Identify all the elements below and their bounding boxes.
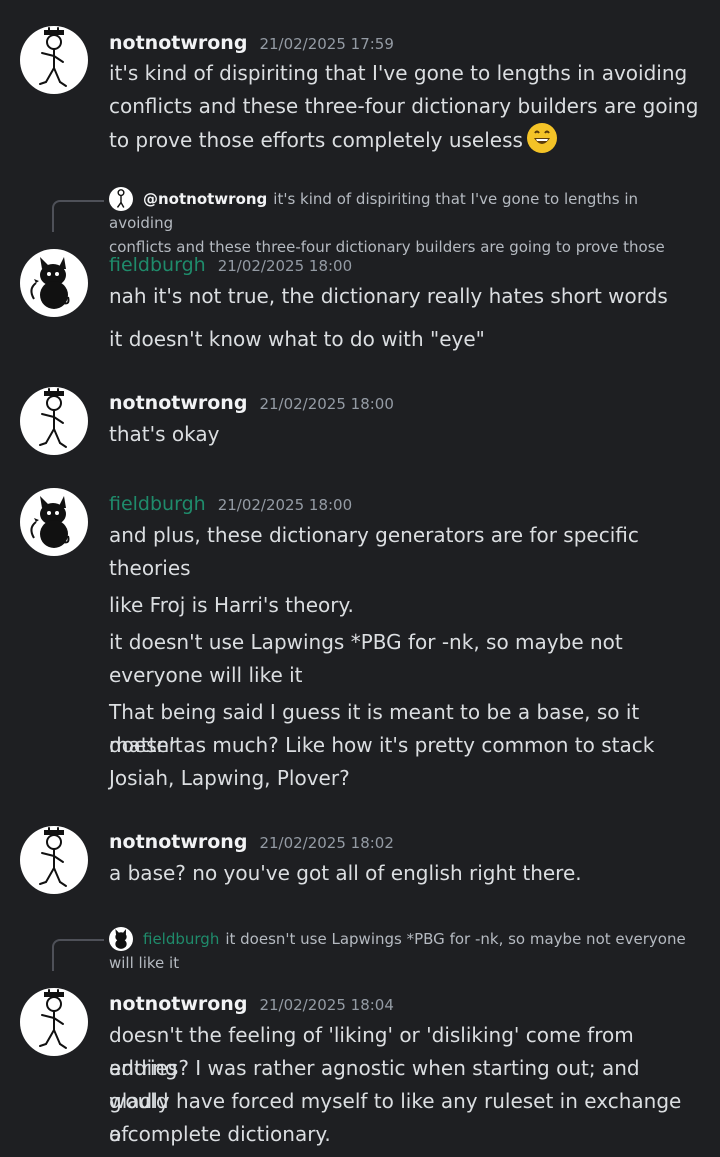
message-line: everyone will like it xyxy=(109,663,303,687)
message-header: notnotwrong 21/02/2025 17:59 xyxy=(109,32,394,58)
username[interactable]: fieldburgh xyxy=(109,254,206,276)
reply-preview[interactable]: fieldburgh it doesn't use Lapwings *PBG f… xyxy=(109,927,699,975)
message-header: fieldburgh 21/02/2025 18:00 xyxy=(109,254,352,280)
message-header: notnotwrong 21/02/2025 18:00 xyxy=(109,392,394,418)
username[interactable]: notnotwrong xyxy=(109,32,247,54)
message-line: a complete dictionary. xyxy=(109,1122,331,1146)
timestamp: 21/02/2025 18:00 xyxy=(259,395,394,413)
username[interactable]: notnotwrong xyxy=(109,993,247,1015)
timestamp: 21/02/2025 18:04 xyxy=(259,996,394,1014)
message-line: nah it's not true, the dictionary really… xyxy=(109,284,668,308)
avatar-notnotwrong[interactable] xyxy=(20,387,88,455)
message-line: matter as much? Like how it's pretty com… xyxy=(109,733,655,757)
message-line: it's kind of dispiriting that I've gone … xyxy=(109,61,688,85)
reply-text-line: will like it xyxy=(109,954,180,972)
timestamp: 21/02/2025 18:00 xyxy=(217,257,353,275)
reply-preview[interactable]: @notnotwrong it's kind of dispiriting tha… xyxy=(109,187,699,259)
message-header: notnotwrong 21/02/2025 18:04 xyxy=(109,993,394,1019)
timestamp: 21/02/2025 17:59 xyxy=(259,35,394,53)
message-header: fieldburgh 21/02/2025 18:00 xyxy=(109,493,352,519)
message-line: a base? no you've got all of english rig… xyxy=(109,861,582,885)
reply-text-line: it doesn't use Lapwings *PBG for -nk, so… xyxy=(225,930,686,948)
reply-mention[interactable]: fieldburgh xyxy=(143,930,219,948)
username[interactable]: notnotwrong xyxy=(109,392,247,414)
message-line: that's okay xyxy=(109,422,220,446)
message-line: it doesn't know what to do with "eye" xyxy=(109,327,485,351)
message-line: to prove those efforts completely useles… xyxy=(109,123,704,157)
avatar-fieldburgh[interactable] xyxy=(20,249,88,317)
message-text: to prove those efforts completely useles… xyxy=(109,128,523,152)
reply-spine xyxy=(52,200,104,232)
avatar-notnotwrong[interactable] xyxy=(20,988,88,1056)
avatar-notnotwrong[interactable] xyxy=(20,826,88,894)
message-line: Josiah, Lapwing, Plover? xyxy=(109,766,350,790)
timestamp: 21/02/2025 18:00 xyxy=(217,496,353,514)
username[interactable]: fieldburgh xyxy=(109,493,206,515)
reply-spine xyxy=(52,939,104,971)
avatar-notnotwrong[interactable] xyxy=(20,26,88,94)
message-line: and plus, these dictionary generators ar… xyxy=(109,523,639,547)
message-line: it doesn't use Lapwings *PBG for -nk, so… xyxy=(109,630,623,654)
message-line: theories xyxy=(109,556,191,580)
timestamp: 21/02/2025 18:02 xyxy=(259,834,394,852)
username[interactable]: notnotwrong xyxy=(109,831,247,853)
message-line: like Froj is Harri's theory. xyxy=(109,593,354,617)
message-header: notnotwrong 21/02/2025 18:02 xyxy=(109,831,394,857)
message-line: conflicts and these three-four dictionar… xyxy=(109,94,699,118)
avatar-fieldburgh[interactable] xyxy=(20,488,88,556)
grinning-face-emoji-icon xyxy=(526,123,557,153)
reply-mention[interactable]: @notnotwrong xyxy=(143,190,267,208)
